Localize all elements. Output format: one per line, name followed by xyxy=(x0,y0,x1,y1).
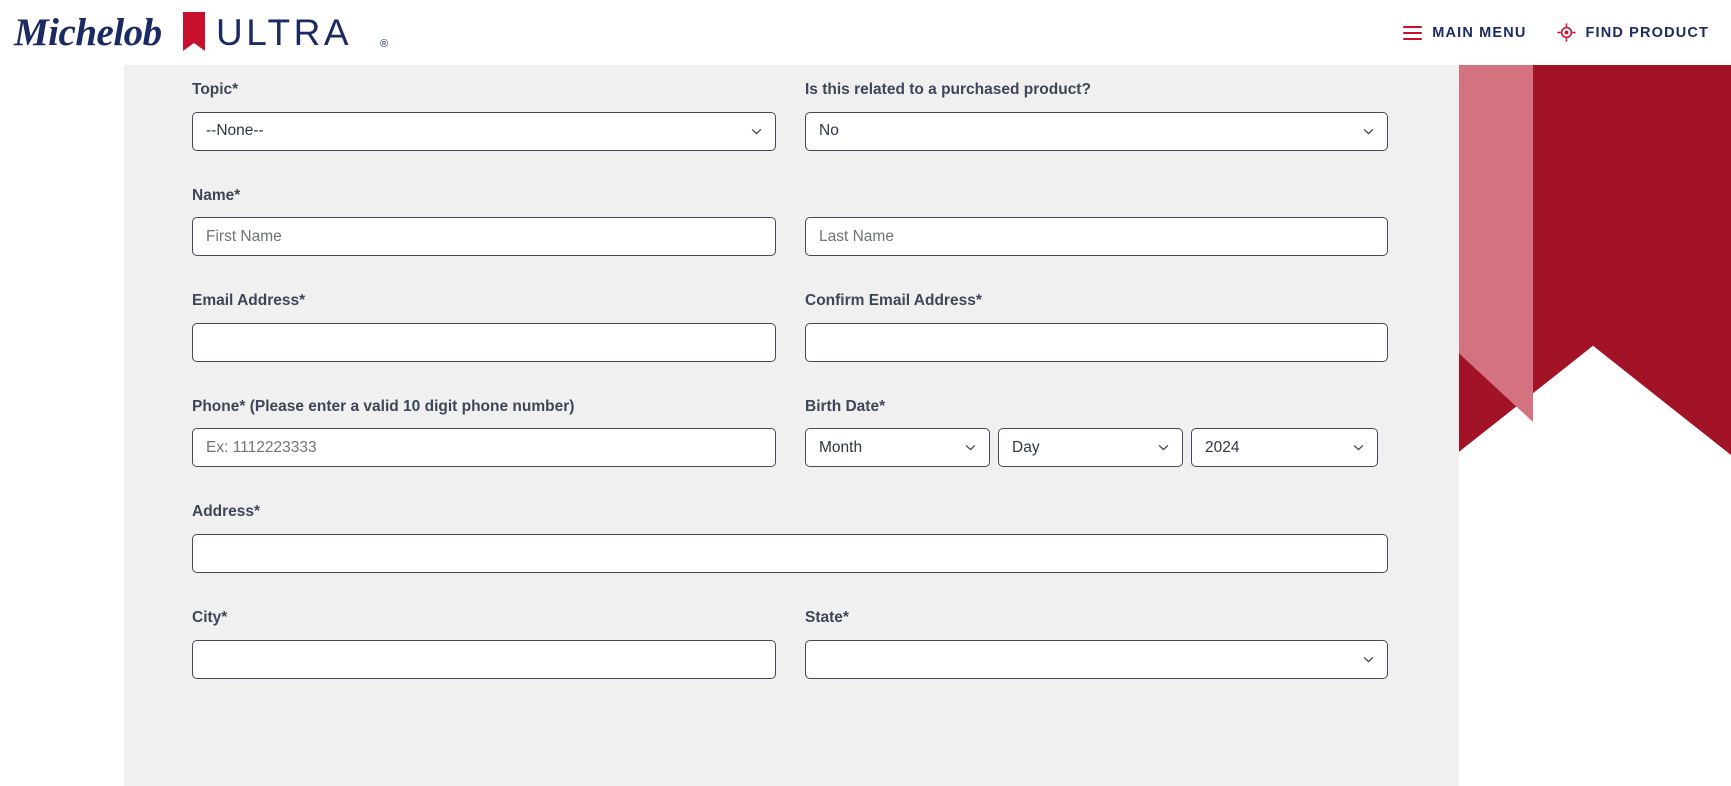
birth-date-group: Month Day 2024 xyxy=(805,428,1388,468)
field-last-name: Last Name xyxy=(805,187,1388,257)
birth-day-value: Day xyxy=(1012,438,1040,456)
last-name-label-spacer xyxy=(805,187,1388,206)
confirm-email-label: Confirm Email Address* xyxy=(805,292,982,310)
birth-date-label: Birth Date* xyxy=(805,397,886,415)
chevron-down-icon xyxy=(1353,445,1364,451)
last-name-placeholder: Last Name xyxy=(819,227,894,245)
field-phone: Phone* (Please enter a valid 10 digit ph… xyxy=(192,398,776,468)
form-row-address: Address* xyxy=(192,503,1388,573)
birth-month-select[interactable]: Month xyxy=(805,428,990,468)
svg-text:®: ® xyxy=(380,38,388,50)
logo-svg: Michelob ULTRA ® xyxy=(13,11,388,54)
phone-placeholder: Ex: 1112223333 xyxy=(206,438,317,456)
find-product-button[interactable]: FIND PRODUCT xyxy=(1556,23,1709,42)
field-first-name: Name* First Name xyxy=(192,187,776,257)
topic-selected-value: --None-- xyxy=(206,122,264,140)
field-purchased-product: Is this related to a purchased product? … xyxy=(805,81,1388,151)
chevron-down-icon xyxy=(1363,656,1374,663)
phone-input[interactable]: Ex: 1112223333 xyxy=(192,428,776,468)
chevron-down-icon xyxy=(751,128,762,135)
email-input[interactable] xyxy=(192,322,776,362)
form-row-topic: Topic* --None-- Is this related to a pur… xyxy=(192,81,1388,151)
first-name-input[interactable]: First Name xyxy=(192,217,776,257)
first-name-placeholder: First Name xyxy=(206,227,282,245)
michelob-ultra-logo[interactable]: Michelob ULTRA ® xyxy=(0,0,392,65)
form-row-city-state: City* State* xyxy=(192,609,1388,679)
email-label: Email Address* xyxy=(192,292,306,310)
site-header: Michelob ULTRA ® MAIN MENU FIND PRODUCT xyxy=(0,0,1731,65)
name-label: Name* xyxy=(192,186,241,204)
field-address: Address* xyxy=(192,503,1388,573)
purchased-product-label: Is this related to a purchased product? xyxy=(805,81,1091,98)
form-row-email: Email Address* Confirm Email Address* xyxy=(192,292,1388,362)
field-birth-date: Birth Date* Month Day 2024 xyxy=(805,398,1388,468)
svg-text:ULTRA: ULTRA xyxy=(216,12,352,53)
field-email: Email Address* xyxy=(192,292,776,362)
main-menu-button[interactable]: MAIN MENU xyxy=(1403,25,1526,41)
last-name-input[interactable]: Last Name xyxy=(805,217,1388,257)
purchased-product-select[interactable]: No xyxy=(805,111,1388,151)
topic-label: Topic* xyxy=(192,81,239,98)
form-row-phone-birthdate: Phone* (Please enter a valid 10 digit ph… xyxy=(192,398,1388,468)
birth-month-value: Month xyxy=(819,438,863,456)
city-label: City* xyxy=(192,608,228,626)
field-state: State* xyxy=(805,609,1388,679)
address-input[interactable] xyxy=(192,533,1388,573)
phone-label: Phone* (Please enter a valid 10 digit ph… xyxy=(192,397,575,415)
birth-year-value: 2024 xyxy=(1205,438,1240,456)
birth-day-select[interactable]: Day xyxy=(998,428,1183,468)
topic-select[interactable]: --None-- xyxy=(192,111,776,151)
page-root: Michelob ULTRA ® MAIN MENU FIND PRODUCT … xyxy=(0,0,1731,786)
city-input[interactable] xyxy=(192,639,776,679)
header-navigation: MAIN MENU FIND PRODUCT xyxy=(1403,23,1731,42)
state-label: State* xyxy=(805,608,849,626)
form-fields-container: Topic* --None-- Is this related to a pur… xyxy=(192,65,1388,679)
hamburger-icon xyxy=(1403,25,1423,40)
chevron-down-icon xyxy=(1363,128,1374,135)
purchased-product-selected-value: No xyxy=(819,122,839,140)
find-product-label: FIND PRODUCT xyxy=(1585,24,1709,41)
chevron-down-icon xyxy=(965,445,976,451)
field-confirm-email: Confirm Email Address* xyxy=(805,292,1388,362)
field-topic: Topic* --None-- xyxy=(192,81,776,151)
contact-form-panel: Topic* --None-- Is this related to a pur… xyxy=(124,65,1459,786)
confirm-email-input[interactable] xyxy=(805,322,1388,362)
form-row-name: Name* First Name Last Name xyxy=(192,187,1388,257)
birth-year-select[interactable]: 2024 xyxy=(1191,428,1378,468)
field-city: City* xyxy=(192,609,776,679)
state-select[interactable] xyxy=(805,639,1388,679)
target-icon xyxy=(1556,23,1576,42)
svg-text:Michelob: Michelob xyxy=(13,11,162,54)
chevron-down-icon xyxy=(1158,445,1169,451)
main-menu-label: MAIN MENU xyxy=(1432,24,1527,41)
address-label: Address* xyxy=(192,503,261,521)
